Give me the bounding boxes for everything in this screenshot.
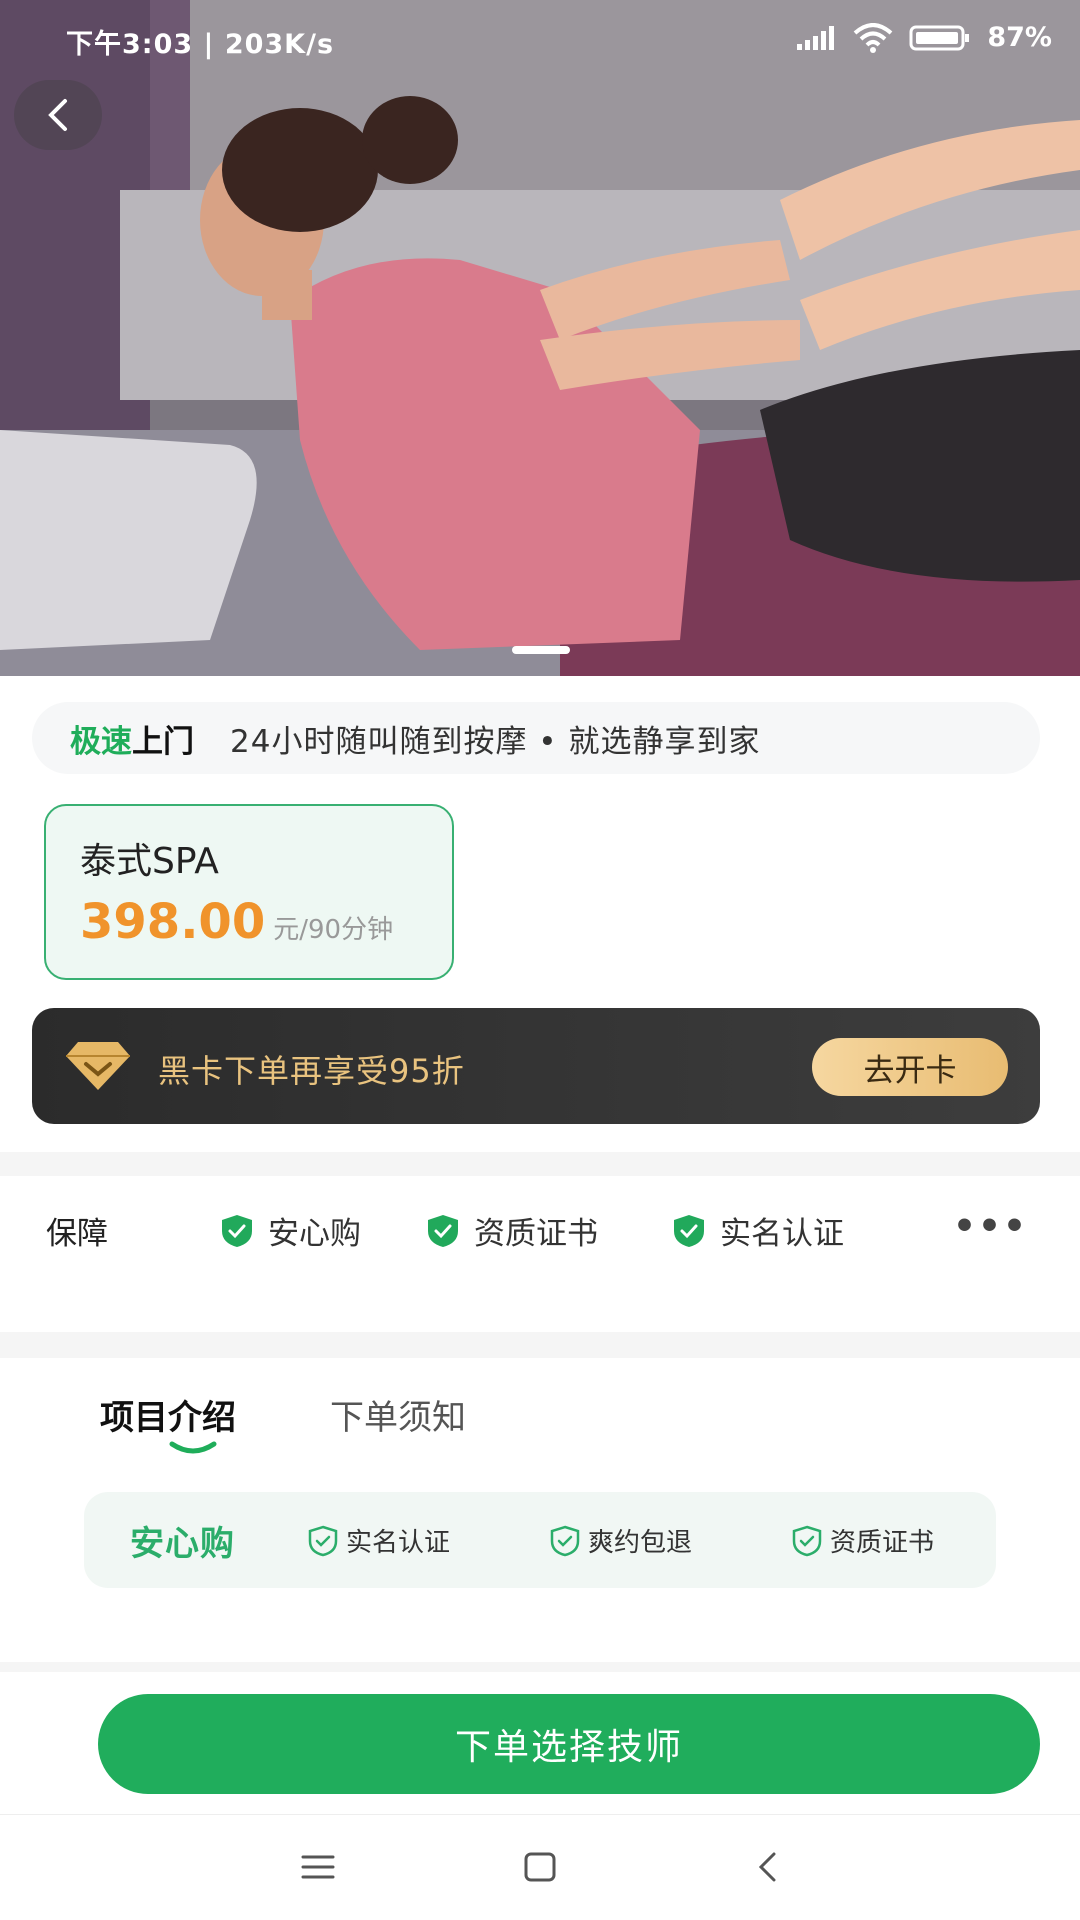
- service-price: 398.00: [80, 894, 266, 950]
- diamond-icon: [66, 1042, 130, 1090]
- slogan-highlight-home: 上门: [132, 723, 194, 760]
- assurance-item-label: 爽约包退: [588, 1528, 693, 1558]
- massage-photo: [0, 0, 1080, 676]
- system-nav-bar: [0, 1814, 1080, 1920]
- status-icons: 87%: [797, 22, 1052, 53]
- active-tab-indicator: [169, 1441, 217, 1454]
- guarantee-item-label: 实名认证: [720, 1216, 844, 1252]
- shield-check-icon: [222, 1214, 252, 1247]
- assurance-item: 实名认证: [308, 1522, 450, 1559]
- wifi-icon: [854, 22, 893, 53]
- back-button[interactable]: [14, 80, 102, 150]
- shield-check-outline-icon: [308, 1525, 338, 1556]
- guarantee-item: 实名认证: [672, 1208, 844, 1253]
- chevron-left-icon: [48, 99, 67, 131]
- back-nav-icon[interactable]: [750, 1849, 786, 1885]
- assurance-item-label: 实名认证: [346, 1528, 451, 1558]
- tab-project-intro[interactable]: 项目介绍: [100, 1390, 236, 1439]
- battery-level: 87%: [987, 22, 1052, 53]
- signal-icon: [797, 25, 835, 50]
- black-card-promo-text: 黑卡下单再享受95折: [158, 1052, 465, 1090]
- shield-check-icon: [674, 1214, 704, 1247]
- assurance-title: 安心购: [130, 1524, 235, 1564]
- select-technician-button[interactable]: 下单选择技师: [98, 1694, 1040, 1794]
- shield-check-outline-icon: [550, 1525, 580, 1556]
- more-icon[interactable]: •••: [953, 1206, 1028, 1247]
- guarantee-item: 资质证书: [426, 1208, 598, 1253]
- guarantee-title: 保障: [46, 1216, 108, 1252]
- tab-order-notice[interactable]: 下单须知: [330, 1390, 466, 1439]
- slogan-highlight-fast: 极速: [70, 723, 132, 760]
- assurance-item: 资质证书: [792, 1522, 934, 1559]
- service-name: 泰式SPA: [80, 841, 219, 882]
- guarantee-row[interactable]: 保障 安心购 资质证书 实名认证 •••: [0, 1178, 1080, 1278]
- service-detail-page: 下午3:03 | 203K/s 87% 极速 上门 24小时随叫随到按摩 • 就…: [0, 0, 1080, 1920]
- service-price-row: 398.00 元/90分钟: [80, 894, 452, 950]
- battery-icon: [909, 25, 970, 50]
- assurance-strip: 安心购 实名认证 爽约包退 资质证书: [84, 1492, 996, 1588]
- slogan-description: 24小时随叫随到按摩 • 就选静享到家: [230, 723, 761, 760]
- hero-banner[interactable]: 下午3:03 | 203K/s 87%: [0, 0, 1080, 676]
- black-card-banner[interactable]: 黑卡下单再享受95折 去开卡: [32, 1008, 1040, 1124]
- status-bar: 下午3:03 | 203K/s 87%: [0, 0, 1080, 80]
- service-option-card[interactable]: 泰式SPA 398.00 元/90分钟: [44, 804, 454, 980]
- open-card-button[interactable]: 去开卡: [812, 1038, 1008, 1096]
- guarantee-item: 安心购: [220, 1208, 361, 1253]
- service-price-unit: 元/90分钟: [273, 915, 394, 945]
- assurance-item-label: 资质证书: [830, 1528, 935, 1558]
- shield-check-icon: [428, 1214, 458, 1247]
- status-time-speed: 下午3:03 | 203K/s: [66, 29, 335, 60]
- carousel-indicator: [512, 646, 570, 654]
- guarantee-item-label: 安心购: [268, 1216, 361, 1252]
- guarantee-item-label: 资质证书: [474, 1216, 598, 1252]
- section-divider: [0, 1332, 1080, 1358]
- section-divider: [0, 1152, 1080, 1176]
- menu-icon[interactable]: [300, 1849, 336, 1885]
- assurance-item: 爽约包退: [550, 1522, 692, 1559]
- shield-check-outline-icon: [792, 1525, 822, 1556]
- home-icon[interactable]: [522, 1849, 558, 1885]
- service-slogan: 极速 上门 24小时随叫随到按摩 • 就选静享到家: [32, 702, 1040, 774]
